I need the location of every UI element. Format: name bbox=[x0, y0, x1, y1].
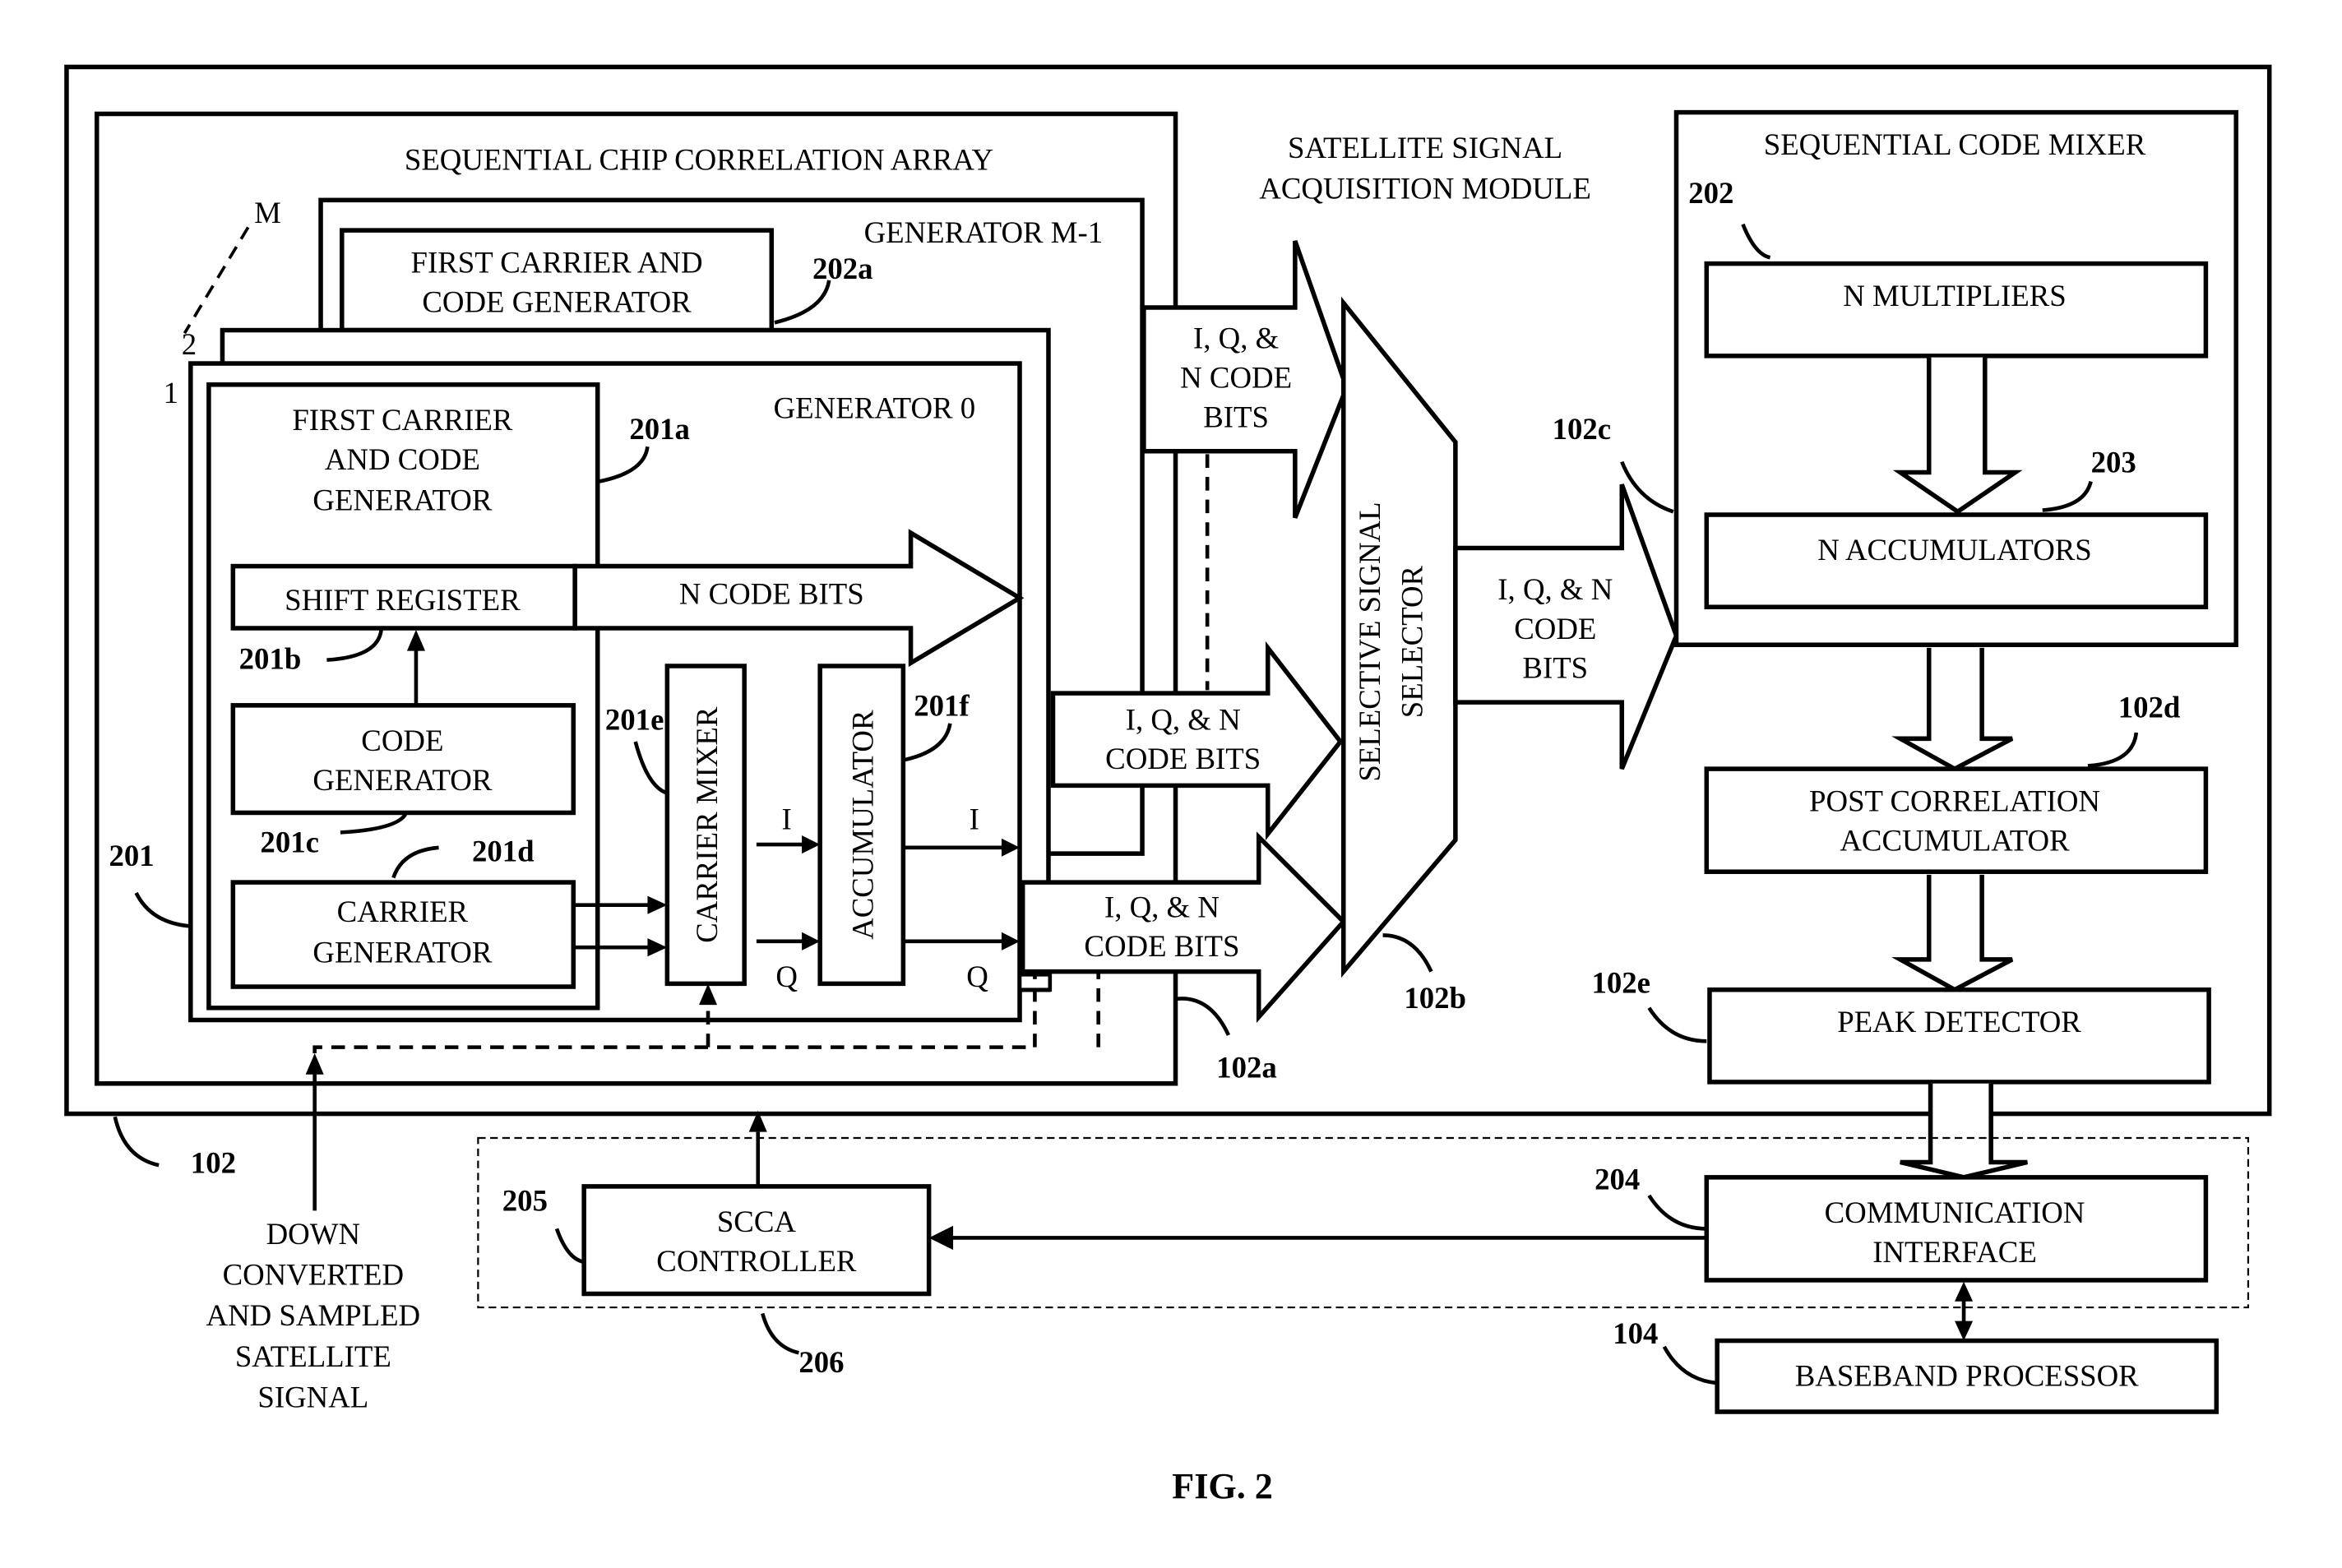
code-mixer-title: SEQUENTIAL CODE MIXER bbox=[1764, 127, 2146, 161]
shift-register-label: SHIFT REGISTER bbox=[285, 583, 521, 617]
baseband-processor-label: BASEBAND PROCESSOR bbox=[1795, 1359, 2139, 1393]
code-generator-line2: GENERATOR bbox=[312, 763, 492, 797]
accumulator-label: ACCUMULATOR bbox=[846, 710, 880, 940]
ref-102c: 102c bbox=[1553, 412, 1612, 446]
module-title-line1: SATELLITE SIGNAL bbox=[1288, 131, 1562, 164]
stack-label-2: 2 bbox=[182, 327, 197, 361]
mixer-i-label: I bbox=[782, 803, 792, 836]
carrier-generator-line1: CARRIER bbox=[337, 895, 469, 928]
ref-102b: 102b bbox=[1404, 981, 1466, 1015]
ref-201c: 201c bbox=[260, 825, 319, 858]
arrow-out-line3: BITS bbox=[1522, 651, 1588, 685]
n-accumulators-label: N ACCUMULATORS bbox=[1817, 533, 2092, 567]
code-generator-line1: CODE bbox=[361, 724, 443, 757]
input-line1: DOWN bbox=[266, 1217, 360, 1251]
ref-201f: 201f bbox=[914, 689, 970, 723]
controller-line1: SCCA bbox=[717, 1205, 797, 1238]
controller-line2: CONTROLLER bbox=[656, 1244, 857, 1278]
generator-0-title: GENERATOR 0 bbox=[774, 391, 976, 424]
first-gen-0-line3: GENERATOR bbox=[312, 483, 492, 516]
ref-202: 202 bbox=[1688, 176, 1733, 210]
arrow-out-line2: CODE bbox=[1514, 612, 1596, 645]
block-diagram: SATELLITE SIGNAL ACQUISITION MODULE 102 … bbox=[64, 64, 2272, 1506]
ref-102d: 102d bbox=[2118, 691, 2181, 724]
mixer-q-label: Q bbox=[775, 960, 798, 993]
n-code-bits-label: N CODE BITS bbox=[679, 577, 864, 611]
ref-201: 201 bbox=[109, 839, 154, 872]
arrow-genm1-line1: I, Q, & bbox=[1193, 321, 1279, 355]
input-line5: SIGNAL bbox=[257, 1380, 368, 1413]
ref-202a: 202a bbox=[812, 252, 873, 285]
ref-203: 203 bbox=[2091, 446, 2136, 479]
arrow-out-line1: I, Q, & N bbox=[1497, 572, 1613, 606]
ref-205: 205 bbox=[502, 1183, 548, 1217]
leader-104 bbox=[1662, 1345, 1718, 1385]
comm-line2: INTERFACE bbox=[1872, 1235, 2037, 1269]
arrow-genm1-line3: BITS bbox=[1203, 400, 1269, 433]
arrow-gen0-line2: CODE BITS bbox=[1084, 929, 1239, 963]
input-line4: SATELLITE bbox=[235, 1339, 391, 1373]
ref-102a: 102a bbox=[1216, 1050, 1277, 1084]
ref-204: 204 bbox=[1595, 1163, 1640, 1196]
first-gen-m1-line1: FIRST CARRIER AND bbox=[411, 246, 703, 280]
post-correlation-line1: POST CORRELATION bbox=[1809, 784, 2100, 818]
ref-104: 104 bbox=[1613, 1316, 1658, 1350]
selector-line2: SELECTOR bbox=[1395, 565, 1428, 718]
selector-line1: SELECTIVE SIGNAL bbox=[1353, 502, 1386, 781]
acc-i-label: I bbox=[970, 803, 979, 836]
ref-201d: 201d bbox=[472, 834, 535, 867]
generator-m1-title: GENERATOR M-1 bbox=[864, 215, 1104, 249]
ref-102e: 102e bbox=[1591, 965, 1650, 999]
acc-q-label: Q bbox=[966, 960, 988, 993]
carrier-generator-line2: GENERATOR bbox=[312, 936, 492, 969]
first-gen-m1-line2: CODE GENERATOR bbox=[422, 284, 692, 318]
leader-204 bbox=[1647, 1194, 1707, 1231]
stack-label-1: 1 bbox=[164, 376, 178, 409]
arrow-genm1-line2: N CODE bbox=[1180, 360, 1292, 394]
carrier-mixer-label: CARRIER MIXER bbox=[690, 706, 724, 943]
ref-206: 206 bbox=[798, 1345, 844, 1379]
comm-baseband-arrowhead-down bbox=[1955, 1321, 1974, 1341]
arrow-gen0-line1: I, Q, & N bbox=[1104, 890, 1220, 923]
comm-baseband-arrowhead-up bbox=[1955, 1281, 1974, 1302]
first-gen-0-line1: FIRST CARRIER bbox=[292, 403, 513, 437]
input-line2: CONVERTED bbox=[223, 1257, 405, 1291]
leader-205 bbox=[554, 1228, 585, 1265]
module-title-line2: ACQUISITION MODULE bbox=[1259, 171, 1591, 205]
arrow-gen2-line1: I, Q, & N bbox=[1126, 702, 1241, 736]
leader-102 bbox=[113, 1116, 160, 1168]
arrow-gen2-line2: CODE BITS bbox=[1105, 742, 1261, 775]
first-gen-0-line2: AND CODE bbox=[325, 442, 480, 476]
ref-201e: 201e bbox=[605, 702, 664, 736]
stack-label-m: M bbox=[254, 196, 281, 229]
scca-title: SEQUENTIAL CHIP CORRELATION ARRAY bbox=[405, 143, 993, 177]
ref-201b: 201b bbox=[239, 642, 302, 676]
input-line3: AND SAMPLED bbox=[206, 1298, 421, 1332]
ref-102: 102 bbox=[191, 1145, 236, 1179]
figure-caption: FIG. 2 bbox=[1172, 1466, 1273, 1506]
leader-206 bbox=[761, 1312, 799, 1355]
peak-detector-label: PEAK DETECTOR bbox=[1837, 1005, 2081, 1038]
post-correlation-line2: ACCUMULATOR bbox=[1840, 823, 2070, 857]
n-multipliers-label: N MULTIPLIERS bbox=[1843, 279, 2066, 312]
ref-201a: 201a bbox=[629, 412, 690, 446]
comm-line1: COMMUNICATION bbox=[1825, 1196, 2085, 1229]
comm-to-controller-arrowhead bbox=[928, 1225, 954, 1251]
